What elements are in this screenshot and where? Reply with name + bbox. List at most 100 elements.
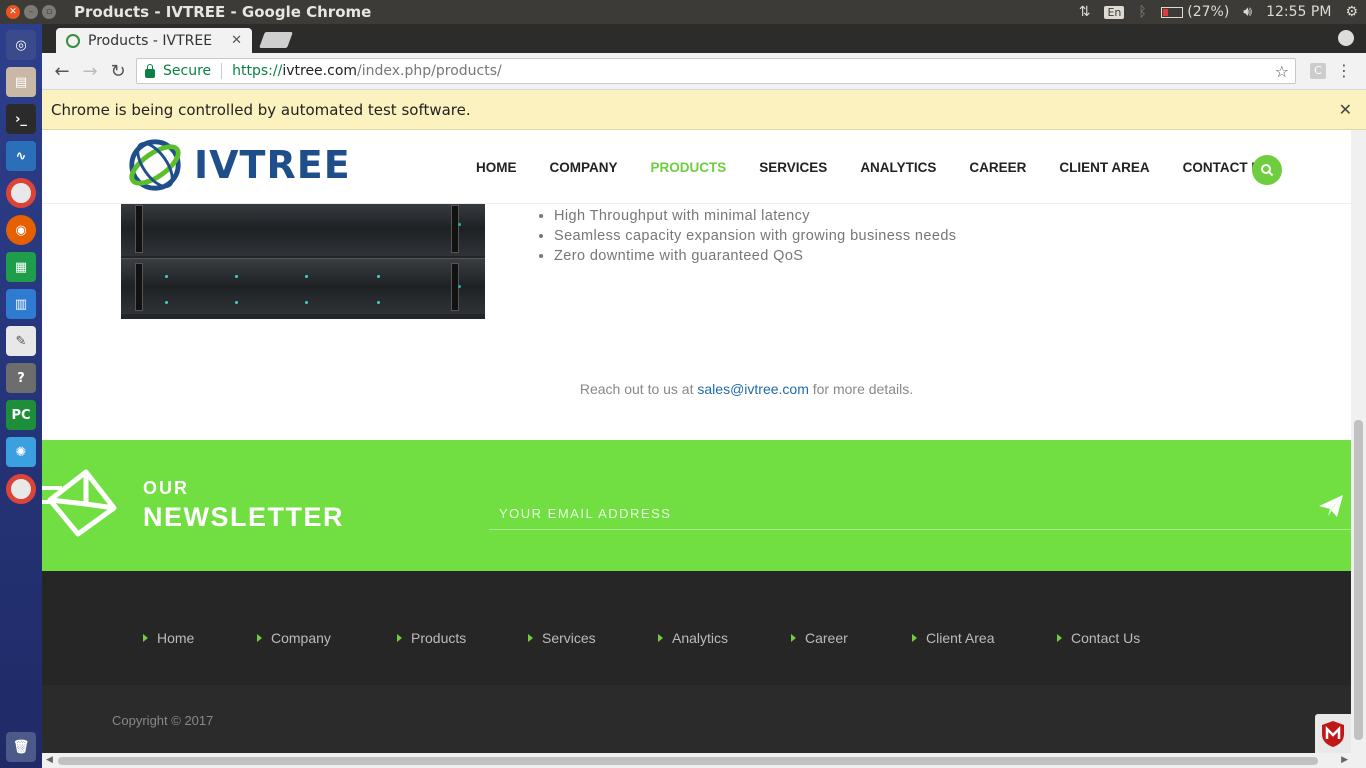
text-editor-app-icon[interactable]: ✎	[6, 326, 36, 356]
product-feature-list: High Throughput with minimal latency Sea…	[554, 206, 956, 266]
bookmark-star-icon[interactable]: ☆	[1275, 62, 1289, 81]
mcafee-badge[interactable]	[1315, 714, 1351, 753]
horizontal-scrollbar-thumb[interactable]	[58, 757, 1318, 765]
clock[interactable]: 12:55 PM	[1266, 4, 1331, 20]
nav-home[interactable]: HOME	[476, 160, 517, 175]
caret-right-icon	[912, 634, 917, 642]
profile-icon[interactable]	[1338, 30, 1354, 46]
footer-link-services[interactable]: Services	[528, 630, 658, 646]
site-search-button[interactable]	[1252, 155, 1282, 185]
server-led	[165, 275, 168, 278]
new-tab-button[interactable]	[259, 32, 293, 48]
files-app-icon[interactable]: ▤	[6, 67, 36, 97]
ivtree-logo[interactable]: IVTREE	[126, 136, 351, 194]
send-paper-plane-icon[interactable]	[1317, 492, 1345, 520]
chrome-menu-icon[interactable]: ⋮	[1336, 61, 1352, 80]
main-nav: HOME COMPANY PRODUCTS SERVICES ANALYTICS…	[476, 130, 1270, 204]
nav-products[interactable]: PRODUCTS	[651, 160, 727, 175]
caret-right-icon	[528, 634, 533, 642]
footer-link-home[interactable]: Home	[143, 630, 257, 646]
window-minimize-button[interactable]: –	[24, 5, 38, 19]
trash-icon[interactable]: 🗑︎	[6, 732, 36, 762]
vertical-scrollbar[interactable]	[1351, 130, 1366, 753]
footer-link-contact-us[interactable]: Contact Us	[1057, 630, 1140, 646]
server-led	[165, 301, 168, 304]
newsletter-email-input[interactable]	[489, 498, 1351, 530]
battery-icon	[1160, 6, 1183, 18]
nav-career[interactable]: CAREER	[969, 160, 1026, 175]
ivtree-globe-logo-icon	[129, 139, 181, 191]
address-bar[interactable]: Secure https://ivtree.com/index.php/prod…	[136, 58, 1296, 84]
window-maximize-button[interactable]: ▫	[42, 5, 56, 19]
extension-icon[interactable]: C	[1310, 63, 1326, 79]
vertical-scrollbar-thumb[interactable]	[1354, 420, 1363, 740]
server-handle	[135, 263, 143, 311]
server-led	[458, 285, 461, 288]
newsletter-section: OUR NEWSLETTER	[42, 440, 1351, 571]
chrome-app-icon[interactable]	[6, 178, 36, 208]
server-rack-unit	[121, 204, 485, 256]
newsletter-label-our: OUR	[143, 478, 189, 498]
horizontal-scrollbar[interactable]: ◀ ▶	[42, 753, 1366, 768]
terminal-app-icon[interactable]: ›_	[6, 104, 36, 134]
footer-link-products[interactable]: Products	[397, 630, 528, 646]
scroll-right-arrow-icon[interactable]: ▶	[1341, 755, 1348, 765]
feature-item: Zero downtime with guaranteed QoS	[554, 246, 956, 266]
network-icon[interactable]: ⇅	[1079, 4, 1091, 20]
footer-link-career[interactable]: Career	[791, 630, 912, 646]
footer-link-label: Client Area	[926, 630, 995, 646]
help-app-icon[interactable]: ?	[6, 363, 36, 393]
spreadsheet-app-icon[interactable]: ▦	[6, 252, 36, 282]
bluetooth-icon[interactable]: ᛒ	[1138, 4, 1146, 20]
newsletter-label: NEWSLETTER	[143, 502, 344, 532]
server-led	[305, 275, 308, 278]
writer-app-icon[interactable]: ▥	[6, 289, 36, 319]
nav-company[interactable]: COMPANY	[550, 160, 618, 175]
server-led	[305, 301, 308, 304]
nav-analytics[interactable]: ANALYTICS	[860, 160, 936, 175]
scroll-left-arrow-icon[interactable]: ◀	[46, 755, 53, 765]
chrome-window-app-icon[interactable]	[6, 474, 36, 504]
battery-indicator[interactable]: (27%)	[1160, 4, 1229, 20]
infobar-message: Chrome is being controlled by automated …	[51, 100, 471, 119]
system-monitor-app-icon[interactable]: ∿	[6, 141, 36, 171]
unity-launcher: ◎ ▤ ›_ ∿ ◉ ▦ ▥ ✎ ? PC ✺ 🗑︎	[0, 24, 42, 768]
url-path: /index.php/products/	[357, 63, 502, 79]
pycharm-app-icon[interactable]: PC	[6, 400, 36, 430]
logo-text: IVTREE	[194, 143, 351, 187]
tab-title: Products - IVTREE	[88, 32, 213, 49]
footer-link-label: Company	[271, 630, 331, 646]
browser-tab-strip: Products - IVTREE ✕	[42, 24, 1366, 53]
footer-link-client-area[interactable]: Client Area	[912, 630, 1057, 646]
footer-link-label: Services	[542, 630, 596, 646]
forward-icon[interactable]: →	[76, 61, 104, 82]
keyboard-layout-indicator[interactable]: En	[1104, 5, 1125, 19]
nav-client-area[interactable]: CLIENT AREA	[1059, 160, 1149, 175]
feature-item: Seamless capacity expansion with growing…	[554, 226, 956, 246]
window-close-button[interactable]: ✕	[6, 5, 20, 19]
nav-services[interactable]: SERVICES	[759, 160, 827, 175]
server-rack-unit	[121, 258, 485, 314]
infobar-close-icon[interactable]: ✕	[1339, 100, 1352, 119]
volume-icon[interactable]: 🔊︎	[1243, 4, 1252, 20]
url-host: ivtree.com	[282, 63, 358, 79]
window-title: Products - IVTREE - Google Chrome	[74, 3, 372, 21]
back-icon[interactable]: ←	[48, 61, 76, 82]
dash-search-icon[interactable]: ◎	[6, 30, 36, 60]
footer-link-analytics[interactable]: Analytics	[658, 630, 791, 646]
tab-close-icon[interactable]: ✕	[231, 33, 242, 48]
caret-right-icon	[257, 634, 262, 642]
server-led	[235, 301, 238, 304]
ivtree-favicon-icon	[66, 33, 80, 48]
automation-infobar: Chrome is being controlled by automated …	[42, 90, 1366, 130]
browser-tab-products[interactable]: Products - IVTREE ✕	[56, 28, 252, 53]
settings-app-icon[interactable]: ✺	[6, 437, 36, 467]
footer-link-company[interactable]: Company	[257, 630, 397, 646]
footer-link-label: Home	[157, 630, 195, 646]
system-settings-icon[interactable]: ⚙	[1345, 4, 1358, 20]
firefox-app-icon[interactable]: ◉	[6, 215, 36, 245]
sales-email-link[interactable]: sales@ivtree.com	[697, 381, 808, 397]
system-tray: ⇅ En ᛒ (27%) 🔊︎ 12:55 PM ⚙	[1079, 4, 1358, 20]
caret-right-icon	[1057, 634, 1062, 642]
reload-icon[interactable]: ↻	[104, 61, 132, 82]
